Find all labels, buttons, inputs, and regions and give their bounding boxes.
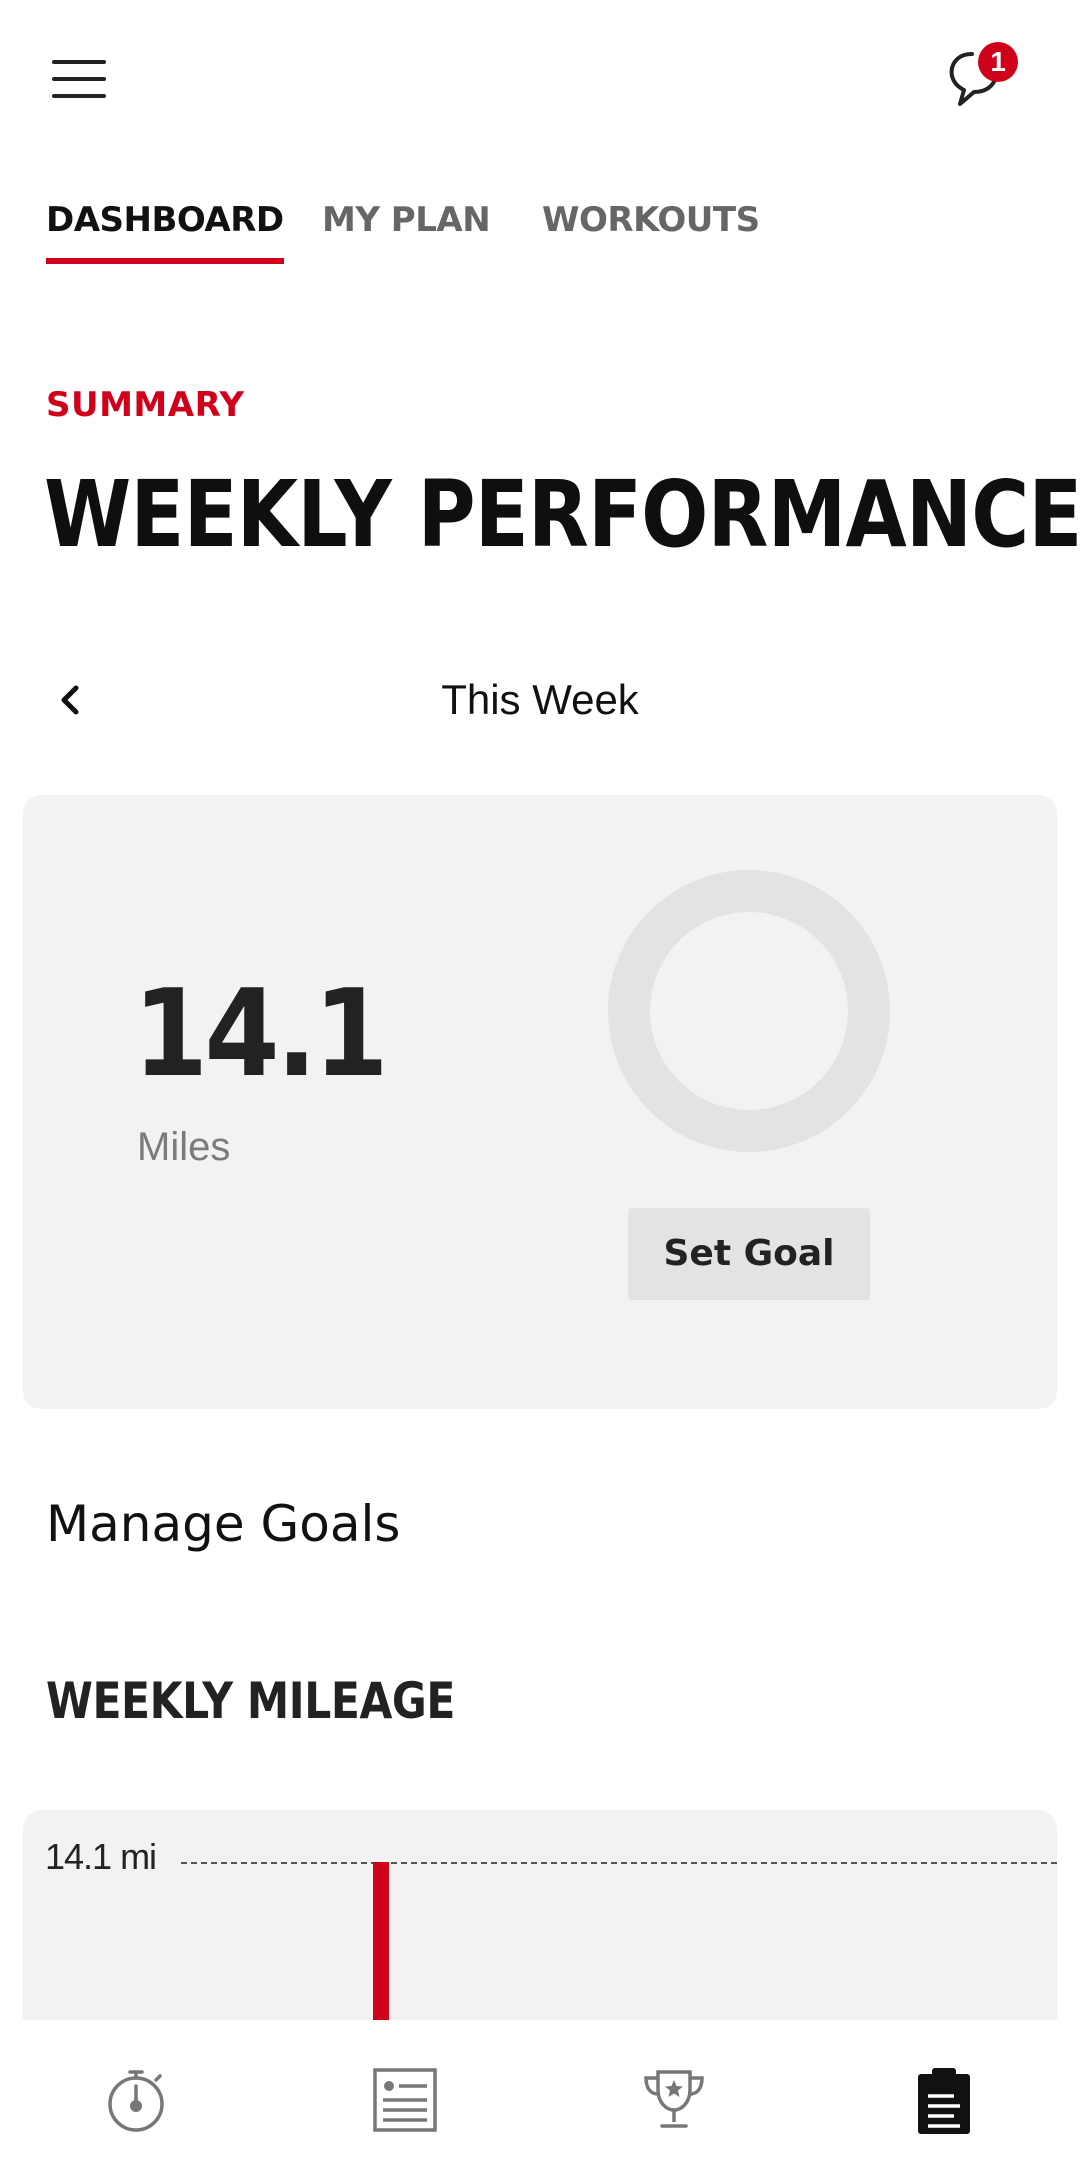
notifications-button[interactable]: 1	[942, 42, 1022, 122]
menu-button[interactable]	[52, 60, 106, 98]
trophy-icon	[644, 2070, 704, 2128]
week-label: This Week	[441, 676, 639, 723]
menu-icon-line	[52, 77, 106, 81]
set-goal-button[interactable]: Set Goal	[628, 1208, 870, 1300]
menu-icon-line	[52, 60, 106, 64]
clipboard-icon	[918, 2068, 970, 2134]
miles-unit: Miles	[137, 1125, 231, 1169]
list-icon	[373, 2068, 437, 2132]
nav-item-feed[interactable]	[365, 2060, 445, 2140]
weekly-mileage-chart: 14.1 mi	[23, 1810, 1057, 2020]
bottom-navigation	[0, 2020, 1080, 2177]
week-navigator: This Week	[0, 660, 1080, 740]
chart-max-label: 14.1 mi	[45, 1836, 157, 1877]
menu-icon-line	[52, 94, 106, 98]
chart-bar	[373, 1862, 389, 2020]
manage-goals-link[interactable]: Manage Goals	[46, 1495, 400, 1553]
nav-item-activity[interactable]	[96, 2060, 176, 2140]
tab-dashboard[interactable]: DASHBOARD	[46, 200, 284, 264]
section-eyebrow: SUMMARY	[46, 385, 245, 425]
goal-progress-ring	[608, 870, 890, 1152]
notification-badge: 1	[978, 42, 1018, 82]
weekly-stats-card: 14.1 Miles Set Goal	[23, 795, 1057, 1409]
weekly-mileage-title: WEEKLY MILEAGE	[46, 1672, 455, 1730]
nav-item-plan[interactable]	[904, 2060, 984, 2140]
tab-my-plan[interactable]: MY PLAN	[322, 200, 491, 258]
stopwatch-icon	[108, 2070, 164, 2132]
nav-item-achievements[interactable]	[634, 2060, 714, 2140]
chart-reference-line	[181, 1862, 1057, 1864]
miles-value: 14.1	[133, 965, 389, 1104]
tab-workouts[interactable]: WORKOUTS	[542, 200, 760, 258]
top-bar: 1	[0, 0, 1080, 160]
page-title: WEEKLY PERFORMANCE	[44, 461, 1080, 568]
